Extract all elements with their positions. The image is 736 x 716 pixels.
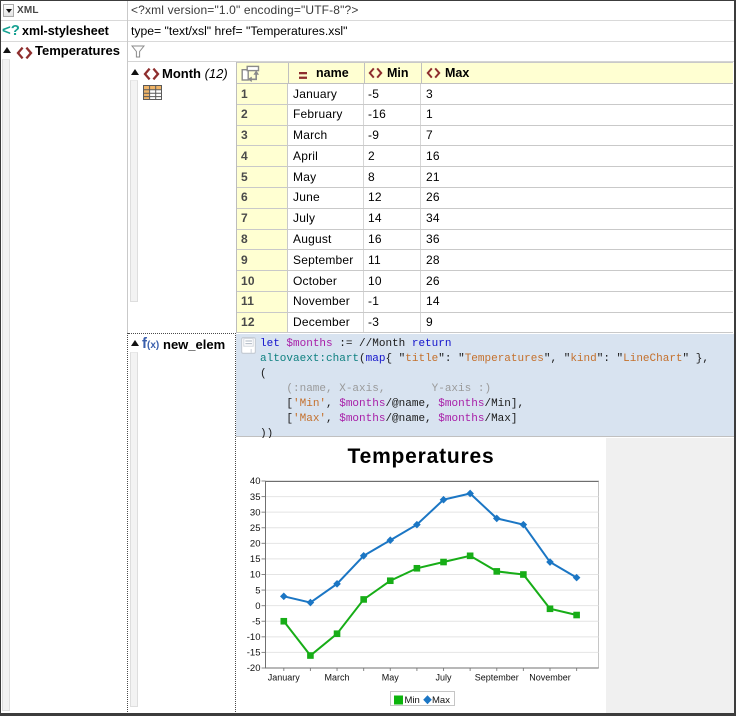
svg-text:5: 5 bbox=[255, 585, 260, 596]
svg-text:20: 20 bbox=[250, 539, 261, 550]
svg-text:25: 25 bbox=[250, 523, 261, 534]
svg-text:-10: -10 bbox=[247, 632, 261, 643]
svg-text:November: November bbox=[529, 673, 571, 683]
svg-text:15: 15 bbox=[250, 554, 261, 565]
svg-text:May: May bbox=[382, 673, 400, 683]
svg-text:10: 10 bbox=[250, 570, 261, 581]
svg-text:35: 35 bbox=[250, 492, 261, 503]
svg-text:-20: -20 bbox=[247, 663, 261, 674]
svg-text:Min: Min bbox=[405, 695, 420, 706]
svg-text:40: 40 bbox=[250, 476, 261, 487]
svg-text:-15: -15 bbox=[247, 648, 261, 659]
svg-text:September: September bbox=[475, 673, 519, 683]
svg-text:30: 30 bbox=[250, 507, 261, 518]
svg-text:July: July bbox=[436, 673, 453, 683]
svg-text:January: January bbox=[268, 673, 301, 683]
svg-text:0: 0 bbox=[255, 601, 260, 612]
svg-text:Temperatures: Temperatures bbox=[348, 445, 495, 468]
svg-text:March: March bbox=[325, 673, 350, 683]
svg-text:-5: -5 bbox=[252, 616, 260, 627]
svg-text:Max: Max bbox=[432, 695, 450, 706]
